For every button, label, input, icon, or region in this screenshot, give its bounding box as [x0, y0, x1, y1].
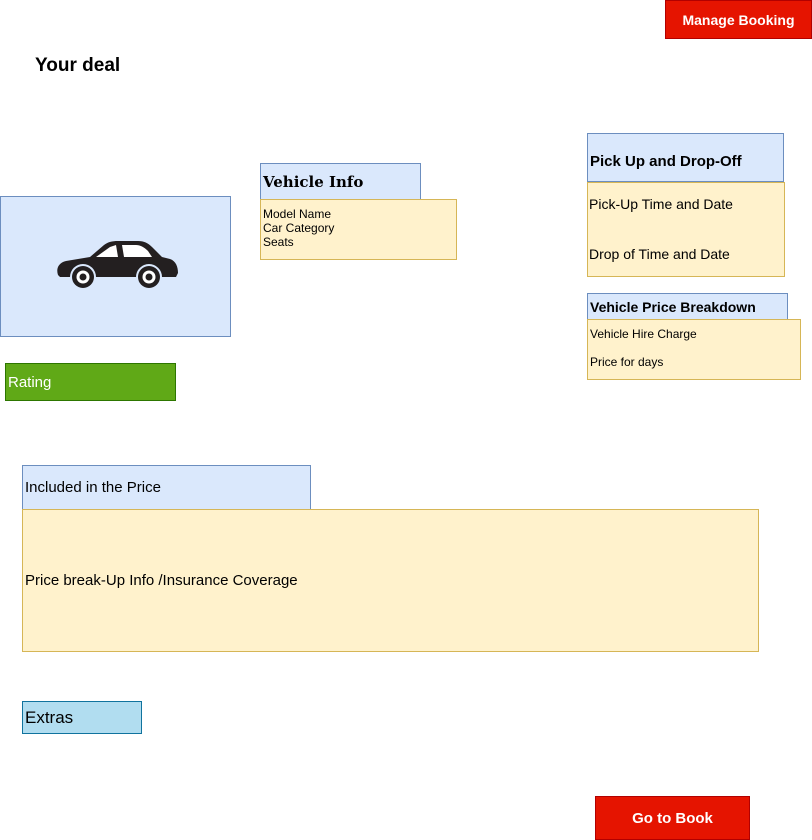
- car-image-box: [0, 196, 231, 337]
- hire-charge-label: Vehicle Hire Charge: [590, 327, 697, 341]
- page-title: Your deal: [35, 55, 121, 76]
- pickup-dropoff-heading: Pick Up and Drop-Off: [587, 133, 784, 182]
- go-to-book-button[interactable]: Go to Book: [595, 796, 750, 840]
- price-breakdown-heading: Vehicle Price Breakdown: [587, 293, 788, 320]
- rating-badge[interactable]: Rating: [5, 363, 176, 401]
- manage-booking-button[interactable]: Manage Booking: [665, 0, 812, 39]
- dropoff-datetime-label: Drop of Time and Date: [589, 246, 730, 262]
- included-heading: Included in the Price: [22, 465, 311, 510]
- seats-field: Seats: [263, 235, 294, 249]
- vehicle-info-heading: Vehicle Info: [260, 163, 421, 200]
- car-category-field: Car Category: [263, 221, 335, 235]
- insurance-coverage-text: Price break-Up Info /Insurance Coverage: [25, 572, 298, 589]
- car-icon: [52, 239, 180, 294]
- model-name-field: Model Name: [263, 207, 332, 221]
- vehicle-info-panel: Model Name Car Category Seats: [260, 199, 457, 260]
- price-breakdown-panel: Vehicle Hire Charge Price for days: [587, 319, 801, 380]
- included-panel: Price break-Up Info /Insurance Coverage: [22, 509, 759, 652]
- pickup-datetime-label: Pick-Up Time and Date: [589, 196, 733, 212]
- extras-button[interactable]: Extras: [22, 701, 142, 734]
- pickup-dropoff-panel: Pick-Up Time and Date Drop of Time and D…: [587, 182, 785, 277]
- price-for-days-label: Price for days: [590, 355, 664, 369]
